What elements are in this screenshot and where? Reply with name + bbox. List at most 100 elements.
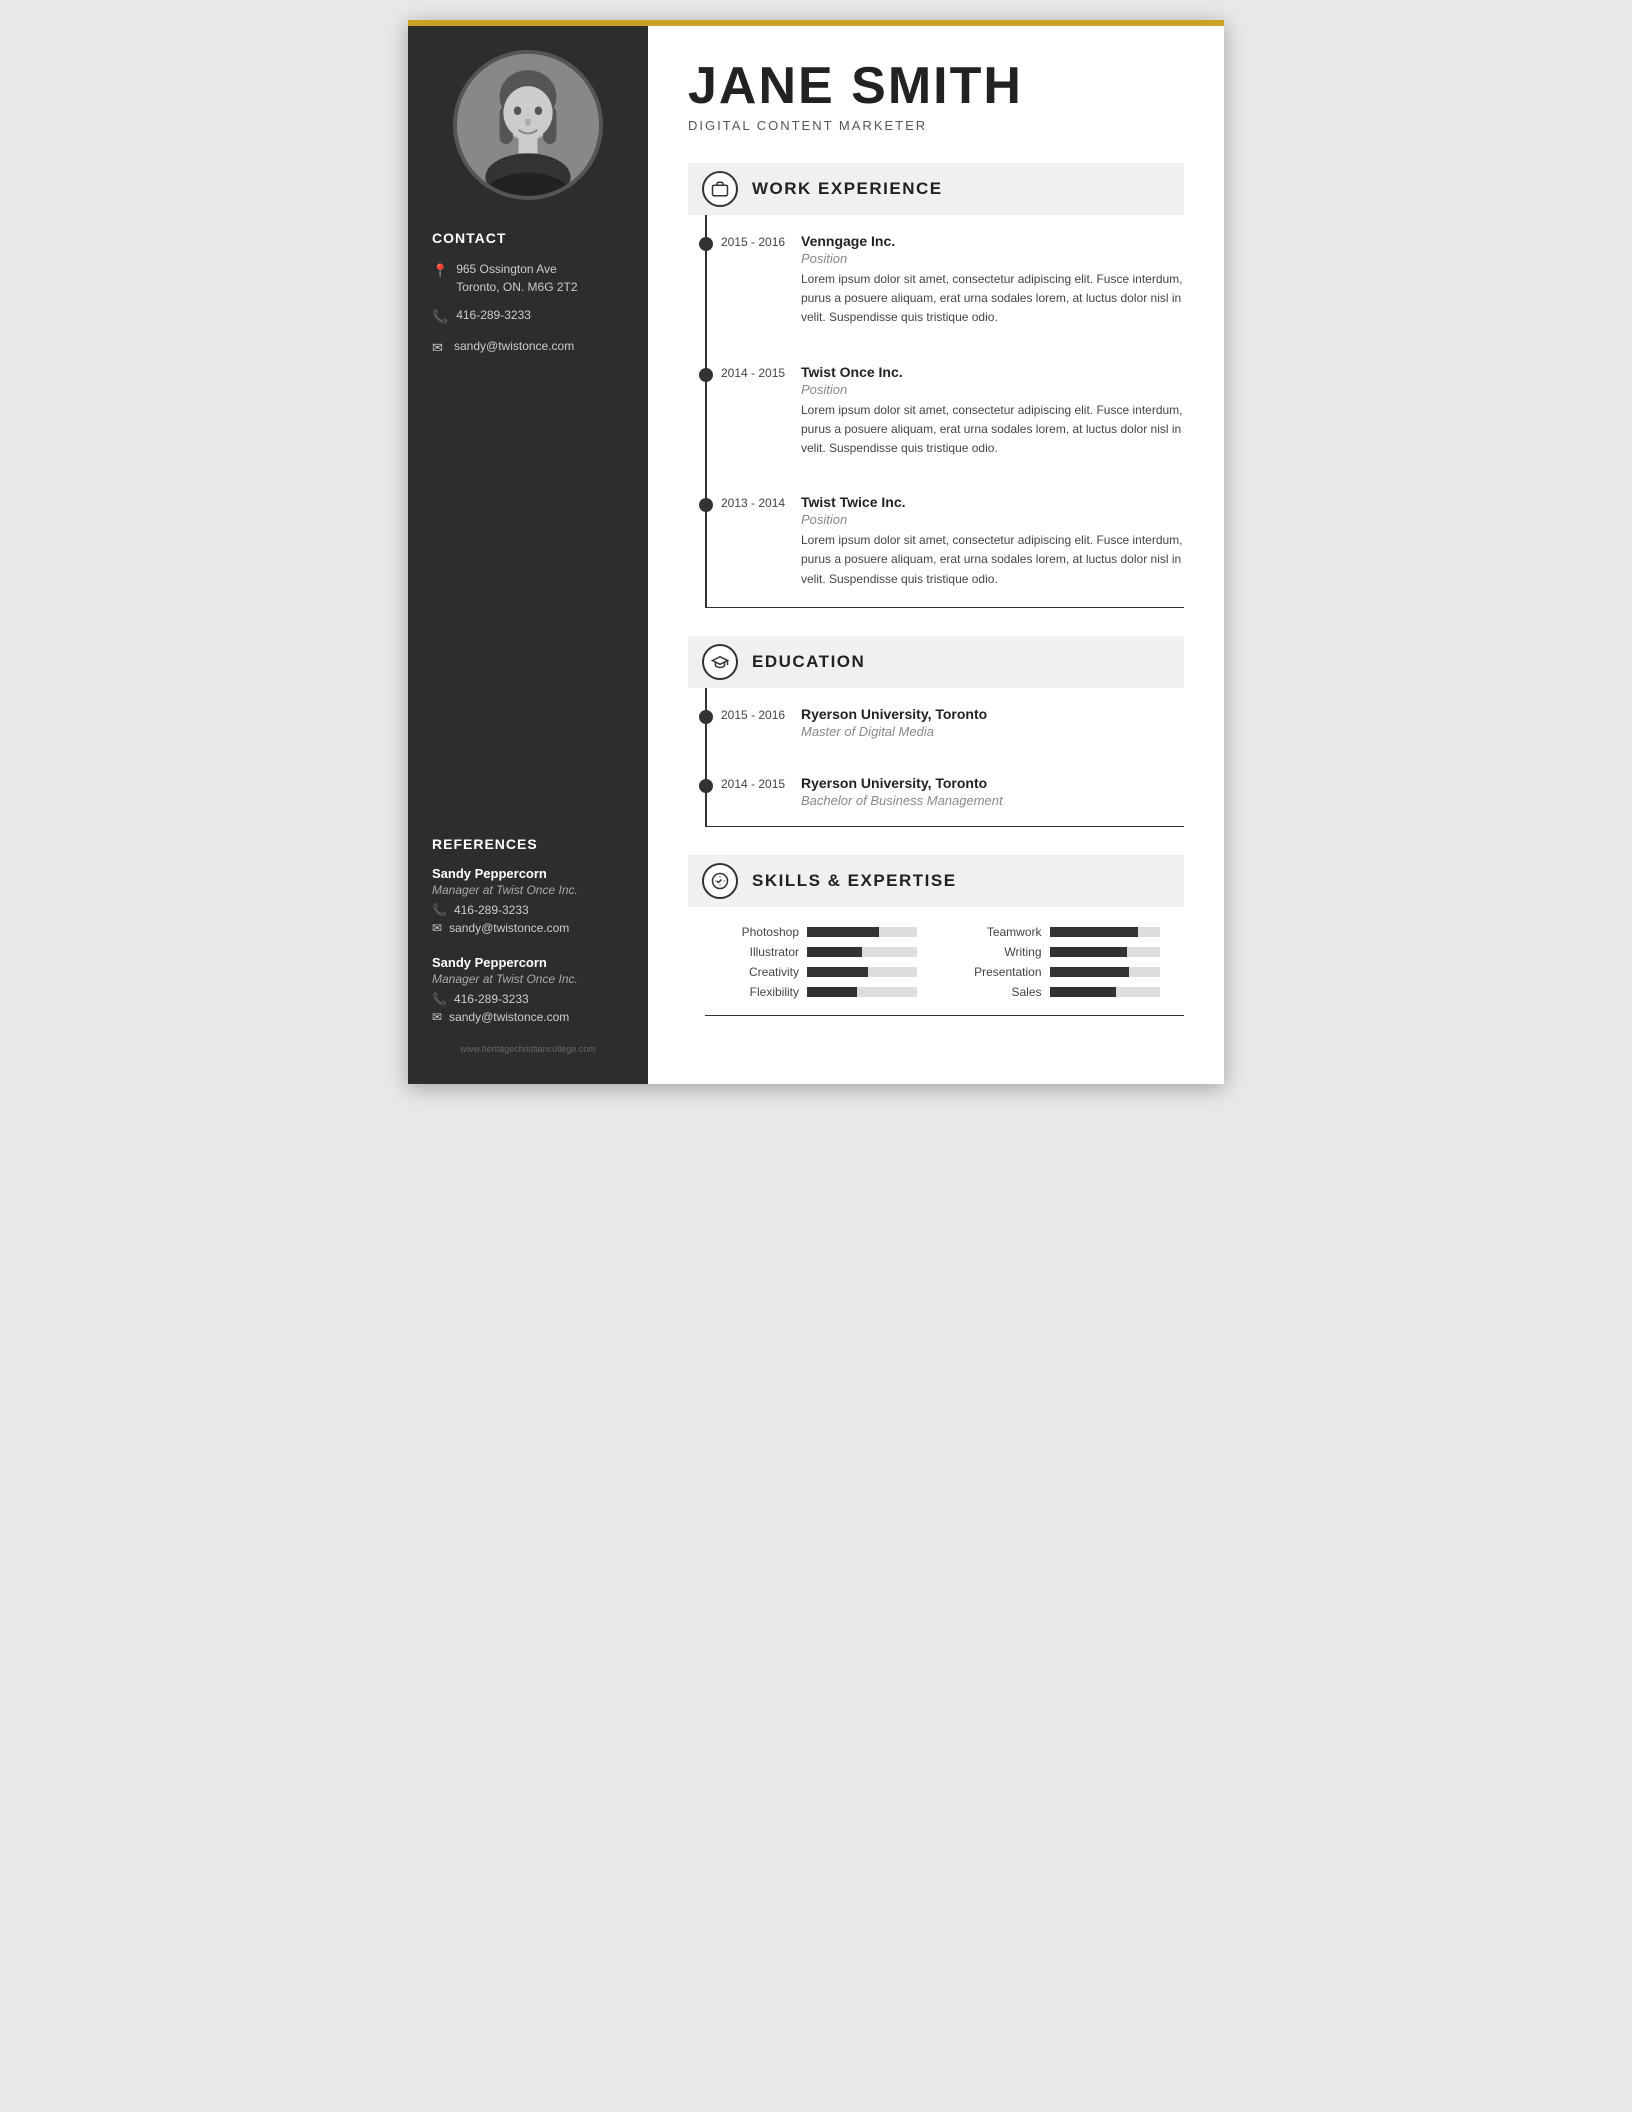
skill-writing: Writing xyxy=(962,945,1185,959)
skills-right-col: Teamwork Writing Presentation xyxy=(962,925,1185,1005)
education-timeline: 2015 - 2016 Ryerson University, Toronto … xyxy=(705,688,1184,826)
email-text: sandy@twistonce.com xyxy=(454,337,574,355)
phone-text: 416-289-3233 xyxy=(456,306,531,324)
contact-section: CONTACT 📍 965 Ossington AveToronto, ON. … xyxy=(408,230,648,367)
work-company-2: Twist Once Inc. xyxy=(801,364,1184,380)
ref2-phone: 📞 416-289-3233 xyxy=(432,992,624,1006)
ref1-phone: 📞 416-289-3233 xyxy=(432,903,624,917)
edu-degree-2: Bachelor of Business Management xyxy=(801,793,1184,808)
education-section: EDUCATION 2015 - 2016 Ryerson University… xyxy=(688,636,1184,827)
skill-name-creativity: Creativity xyxy=(719,965,799,979)
edu-item-2: 2014 - 2015 Ryerson University, Toronto … xyxy=(707,757,1184,826)
skill-bar-writing xyxy=(1050,947,1160,957)
edu-bottom-line xyxy=(705,826,1184,827)
skill-bar-illustrator xyxy=(807,947,917,957)
work-company-3: Twist Twice Inc. xyxy=(801,494,1184,510)
email-item: ✉ sandy@twistonce.com xyxy=(432,337,624,358)
ref2-phone-icon: 📞 xyxy=(432,992,447,1006)
work-content-2: Twist Once Inc. Position Lorem ipsum dol… xyxy=(787,364,1184,459)
work-date-3: 2013 - 2014 xyxy=(707,494,787,589)
work-bottom-line xyxy=(705,607,1184,608)
skill-bar-sales xyxy=(1050,987,1160,997)
skill-presentation: Presentation xyxy=(962,965,1185,979)
work-desc-2: Lorem ipsum dolor sit amet, consectetur … xyxy=(801,401,1184,459)
references-title: REFERENCES xyxy=(432,836,624,852)
skills-title: SKILLS & EXPERTISE xyxy=(752,871,957,891)
skill-illustrator: Illustrator xyxy=(719,945,942,959)
skill-fill-illustrator xyxy=(807,947,862,957)
skill-name-presentation: Presentation xyxy=(962,965,1042,979)
skill-fill-writing xyxy=(1050,947,1127,957)
work-item-1: 2015 - 2016 Venngage Inc. Position Lorem… xyxy=(707,215,1184,346)
work-position-3: Position xyxy=(801,512,1184,527)
edu-dot-1 xyxy=(699,710,713,724)
skill-name-flexibility: Flexibility xyxy=(719,985,799,999)
skill-fill-teamwork xyxy=(1050,927,1138,937)
work-desc-1: Lorem ipsum dolor sit amet, consectetur … xyxy=(801,270,1184,328)
skills-bottom-line xyxy=(705,1015,1184,1016)
skill-fill-presentation xyxy=(1050,967,1129,977)
skills-icon xyxy=(702,863,738,899)
phone-item: 📞 416-289-3233 xyxy=(432,306,624,327)
skill-fill-creativity xyxy=(807,967,868,977)
skill-bar-creativity xyxy=(807,967,917,977)
ref2-title: Manager at Twist Once Inc. xyxy=(432,972,624,986)
email-icon: ✉ xyxy=(432,338,446,358)
edu-item-1: 2015 - 2016 Ryerson University, Toronto … xyxy=(707,688,1184,757)
work-item-2: 2014 - 2015 Twist Once Inc. Position Lor… xyxy=(707,346,1184,477)
ref2-phone-text: 416-289-3233 xyxy=(454,992,529,1006)
skill-creativity: Creativity xyxy=(719,965,942,979)
address-text: 965 Ossington AveToronto, ON. M6G 2T2 xyxy=(456,260,577,296)
skill-name-writing: Writing xyxy=(962,945,1042,959)
work-experience-section: WORK EXPERIENCE 2015 - 2016 Venngage Inc… xyxy=(688,163,1184,608)
ref1-phone-text: 416-289-3233 xyxy=(454,903,529,917)
ref2-email-text: sandy@twistonce.com xyxy=(449,1010,569,1024)
skill-bar-flexibility xyxy=(807,987,917,997)
resume-container: CONTACT 📍 965 Ossington AveToronto, ON. … xyxy=(408,20,1224,1084)
edu-school-1: Ryerson University, Toronto xyxy=(801,706,1184,722)
work-item-3: 2013 - 2014 Twist Twice Inc. Position Lo… xyxy=(707,476,1184,607)
skill-name-illustrator: Illustrator xyxy=(719,945,799,959)
address-item: 📍 965 Ossington AveToronto, ON. M6G 2T2 xyxy=(432,260,624,296)
reference-1: Sandy Peppercorn Manager at Twist Once I… xyxy=(432,866,624,935)
ref1-email: ✉ sandy@twistonce.com xyxy=(432,921,624,935)
work-date-1: 2015 - 2016 xyxy=(707,233,787,328)
ref1-name: Sandy Peppercorn xyxy=(432,866,624,881)
skill-name-teamwork: Teamwork xyxy=(962,925,1042,939)
skill-name-sales: Sales xyxy=(962,985,1042,999)
education-title: EDUCATION xyxy=(752,652,865,672)
avatar xyxy=(453,50,603,200)
edu-dot-2 xyxy=(699,779,713,793)
edu-degree-1: Master of Digital Media xyxy=(801,724,1184,739)
ref1-email-icon: ✉ xyxy=(432,921,442,935)
education-header: EDUCATION xyxy=(688,636,1184,688)
skill-bar-teamwork xyxy=(1050,927,1160,937)
contact-title: CONTACT xyxy=(432,230,624,246)
work-company-1: Venngage Inc. xyxy=(801,233,1184,249)
work-date-2: 2014 - 2015 xyxy=(707,364,787,459)
edu-school-2: Ryerson University, Toronto xyxy=(801,775,1184,791)
reference-2: Sandy Peppercorn Manager at Twist Once I… xyxy=(432,955,624,1024)
skill-fill-sales xyxy=(1050,987,1116,997)
work-icon xyxy=(702,171,738,207)
education-icon xyxy=(702,644,738,680)
work-timeline: 2015 - 2016 Venngage Inc. Position Lorem… xyxy=(705,215,1184,607)
name-header: JANE SMITH DIGITAL CONTENT MARKETER xyxy=(688,60,1184,133)
work-desc-3: Lorem ipsum dolor sit amet, consectetur … xyxy=(801,531,1184,589)
sidebar: CONTACT 📍 965 Ossington AveToronto, ON. … xyxy=(408,20,648,1084)
edu-date-2: 2014 - 2015 xyxy=(707,775,787,808)
skill-fill-photoshop xyxy=(807,927,879,937)
work-content-3: Twist Twice Inc. Position Lorem ipsum do… xyxy=(787,494,1184,589)
skill-bar-photoshop xyxy=(807,927,917,937)
work-experience-title: WORK EXPERIENCE xyxy=(752,179,943,199)
timeline-dot-1 xyxy=(699,237,713,251)
timeline-dot-2 xyxy=(699,368,713,382)
work-content-1: Venngage Inc. Position Lorem ipsum dolor… xyxy=(787,233,1184,328)
edu-date-1: 2015 - 2016 xyxy=(707,706,787,739)
ref1-phone-icon: 📞 xyxy=(432,903,447,917)
ref2-email: ✉ sandy@twistonce.com xyxy=(432,1010,624,1024)
ref1-email-text: sandy@twistonce.com xyxy=(449,921,569,935)
work-experience-header: WORK EXPERIENCE xyxy=(688,163,1184,215)
ref2-email-icon: ✉ xyxy=(432,1010,442,1024)
edu-content-2: Ryerson University, Toronto Bachelor of … xyxy=(787,775,1184,808)
